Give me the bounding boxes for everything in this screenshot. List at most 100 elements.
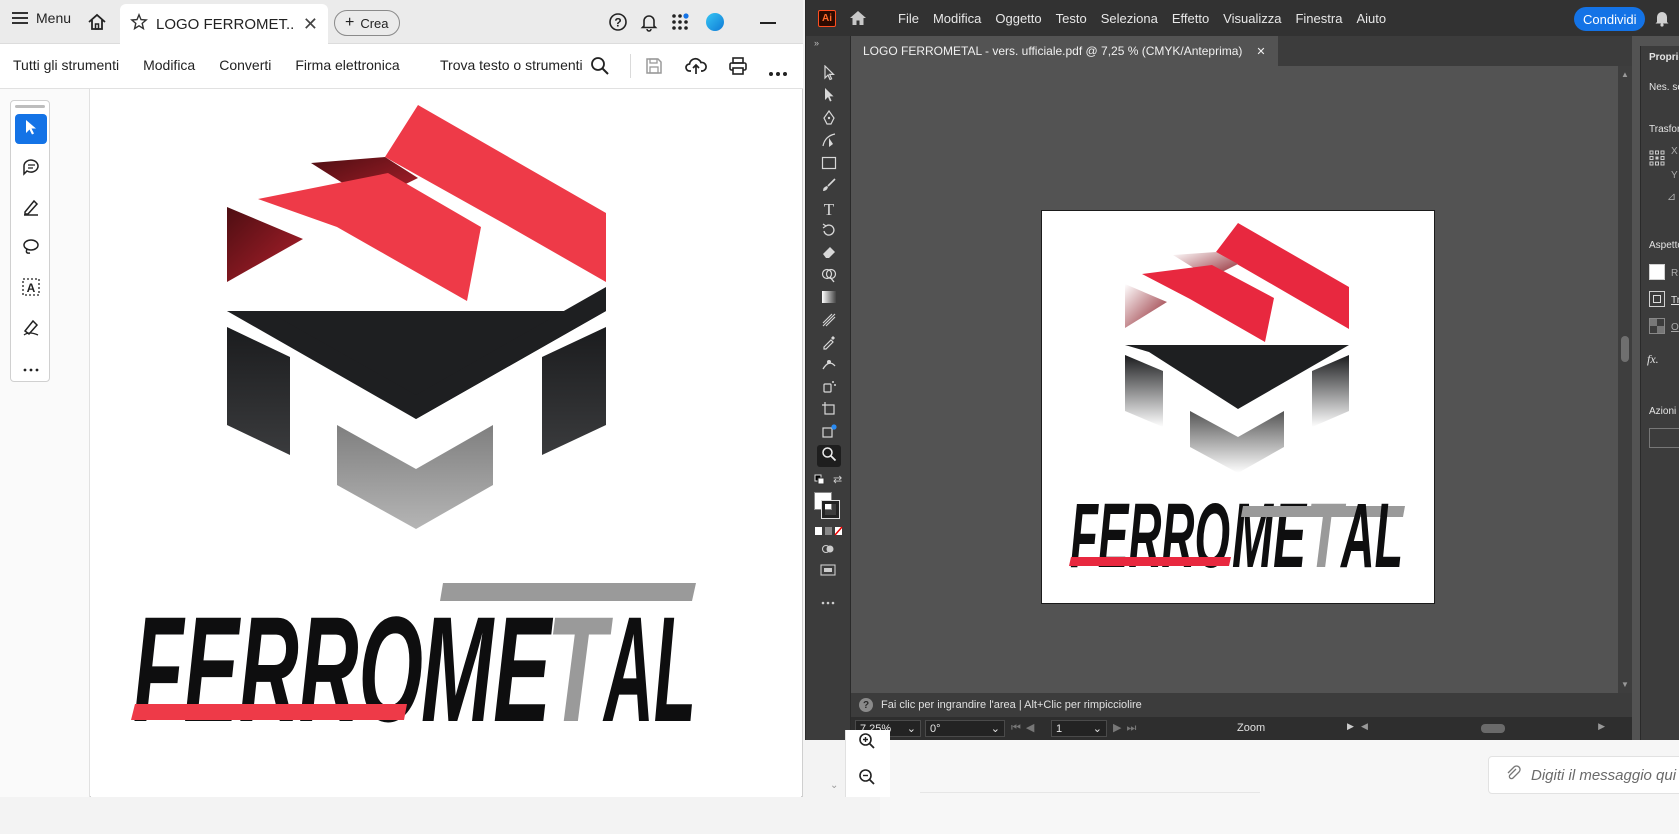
avatar[interactable]	[706, 13, 724, 36]
zoom-in-icon[interactable]	[858, 732, 876, 755]
cloud-upload-icon[interactable]	[685, 56, 707, 81]
home-icon[interactable]	[848, 9, 868, 32]
mesh-tool[interactable]	[817, 311, 841, 333]
illustrator-canvas[interactable]: FERRO ME T AL	[851, 66, 1618, 693]
logo-black-right-block	[542, 327, 606, 455]
select-tool[interactable]	[15, 114, 47, 144]
zoom-out-icon[interactable]	[858, 768, 876, 791]
text-recognition-tool[interactable]: A	[15, 274, 47, 304]
draw-tool[interactable]	[15, 234, 47, 264]
pen-tool[interactable]	[817, 109, 841, 131]
menu-button[interactable]: Menu	[12, 10, 71, 26]
close-tab-icon[interactable]: ✕	[1256, 45, 1265, 58]
menu-help[interactable]: Aiuto	[1356, 11, 1386, 26]
horizontal-scrollbar[interactable]: ◀ ▶	[1361, 721, 1605, 734]
find-text-tools[interactable]: Trova testo o strumenti	[440, 57, 583, 73]
collapse-panel-icon[interactable]: »	[814, 38, 819, 48]
save-icon[interactable]	[644, 56, 664, 81]
opacity-icon[interactable]	[1649, 318, 1665, 334]
type-tool[interactable]: T	[817, 199, 841, 221]
logo-text-al: AL	[602, 585, 696, 753]
swap-colors-icon[interactable]: ⇄	[833, 473, 842, 486]
brush-tool[interactable]	[817, 176, 841, 198]
shape-builder-tool[interactable]	[817, 266, 841, 288]
vertical-scrollbar[interactable]: ▲ ▼	[1618, 66, 1632, 693]
tool-all-tools[interactable]: Tutti gli strumenti	[13, 57, 119, 73]
menu-window[interactable]: Finestra	[1295, 11, 1342, 26]
screen-mode-icon[interactable]	[820, 563, 836, 581]
bell-icon[interactable]	[639, 12, 659, 37]
document-tab[interactable]: LOGO FERROMETAL - vers. ufficiale.pdf @ …	[851, 36, 1278, 66]
menu-effect[interactable]: Effetto	[1172, 11, 1209, 26]
share-button[interactable]: Condividi	[1574, 7, 1646, 31]
reference-point-icon[interactable]	[1649, 150, 1665, 171]
color-modes-icon[interactable]	[814, 523, 844, 541]
star-icon[interactable]	[130, 12, 148, 35]
tool-edit[interactable]: Modifica	[143, 57, 195, 73]
scrollbar-thumb[interactable]	[1621, 336, 1629, 362]
apps-grid-icon[interactable]	[670, 12, 690, 37]
slice-tool[interactable]	[817, 422, 841, 444]
create-button[interactable]: + Crea	[334, 10, 400, 36]
sign-tool[interactable]	[15, 314, 47, 344]
gradient-tool[interactable]	[817, 288, 841, 310]
help-icon[interactable]: ?	[608, 12, 628, 37]
stroke-swatch[interactable]	[1649, 291, 1665, 307]
artboard-tool[interactable]	[817, 400, 841, 422]
menu-select[interactable]: Seleziona	[1101, 11, 1158, 26]
menu-edit[interactable]: Modifica	[933, 11, 981, 26]
direct-selection-tool[interactable]	[817, 86, 841, 108]
curvature-tool[interactable]	[817, 131, 841, 153]
draw-mode-icon[interactable]	[821, 542, 835, 560]
quick-action-button[interactable]	[1649, 428, 1679, 448]
default-colors-icon[interactable]	[814, 473, 826, 491]
opacity-label[interactable]: O	[1671, 322, 1679, 333]
stroke-label[interactable]: Tr	[1671, 295, 1679, 306]
fill-swatch[interactable]	[1649, 264, 1665, 280]
home-icon[interactable]	[86, 11, 108, 33]
puppet-warp-tool[interactable]	[817, 355, 841, 377]
status-menu-icon[interactable]: ▶	[1347, 721, 1354, 732]
more-options-icon[interactable]	[768, 64, 788, 82]
chevron-down-icon[interactable]: ⌄	[991, 722, 1000, 735]
artboard-number-field[interactable]: 1 ⌄	[1051, 720, 1107, 737]
scroll-down-icon[interactable]: ⌄	[830, 780, 838, 791]
status-bar: ? Fai clic per ingrandire l'area | Alt+C…	[851, 693, 1632, 717]
symbol-sprayer-tool[interactable]	[817, 377, 841, 399]
menu-file[interactable]: File	[898, 11, 919, 26]
artboard-prev-icons[interactable]: ⏮◀	[1011, 721, 1039, 735]
chat-message-input[interactable]: Digiti il messaggio qui	[1488, 756, 1679, 794]
scrollbar-thumb[interactable]	[1481, 724, 1505, 733]
menu-type[interactable]: Testo	[1056, 11, 1087, 26]
document-tab[interactable]: LOGO FERROMET... ✕	[120, 4, 328, 44]
stroke-swatch[interactable]	[821, 500, 840, 519]
artboard-next-icons[interactable]: ▶⏭	[1113, 721, 1141, 735]
edit-toolbar-icon[interactable]	[821, 592, 835, 610]
menu-view[interactable]: Visualizza	[1223, 11, 1281, 26]
more-tools-button[interactable]	[15, 353, 47, 383]
print-icon[interactable]	[728, 56, 748, 81]
minimize-icon[interactable]	[760, 22, 776, 24]
search-icon[interactable]	[590, 56, 610, 81]
eraser-tool[interactable]	[817, 243, 841, 265]
close-tab-icon[interactable]: ✕	[303, 14, 318, 35]
artboard[interactable]: FERRO ME T AL	[1041, 210, 1435, 604]
eyedropper-tool[interactable]	[817, 333, 841, 355]
comment-tool[interactable]	[15, 154, 47, 184]
chevron-down-icon[interactable]: ⌄	[907, 722, 916, 735]
rotate-tool[interactable]	[817, 221, 841, 243]
chevron-down-icon[interactable]: ⌄	[1093, 722, 1102, 735]
highlight-tool[interactable]	[15, 194, 47, 224]
tool-convert[interactable]: Converti	[219, 57, 271, 73]
help-icon[interactable]: ?	[859, 698, 873, 712]
zoom-tool[interactable]	[817, 445, 841, 467]
rotation-field[interactable]: 0° ⌄	[925, 720, 1005, 737]
bell-icon[interactable]	[1654, 9, 1670, 32]
paperclip-icon[interactable]	[1505, 765, 1521, 785]
fx-icon[interactable]: fx.	[1647, 352, 1659, 367]
rectangle-tool[interactable]	[817, 154, 841, 176]
tool-esign[interactable]: Firma elettronica	[295, 57, 399, 73]
drag-handle[interactable]	[15, 105, 45, 108]
menu-object[interactable]: Oggetto	[995, 11, 1041, 26]
selection-tool[interactable]	[817, 64, 841, 86]
